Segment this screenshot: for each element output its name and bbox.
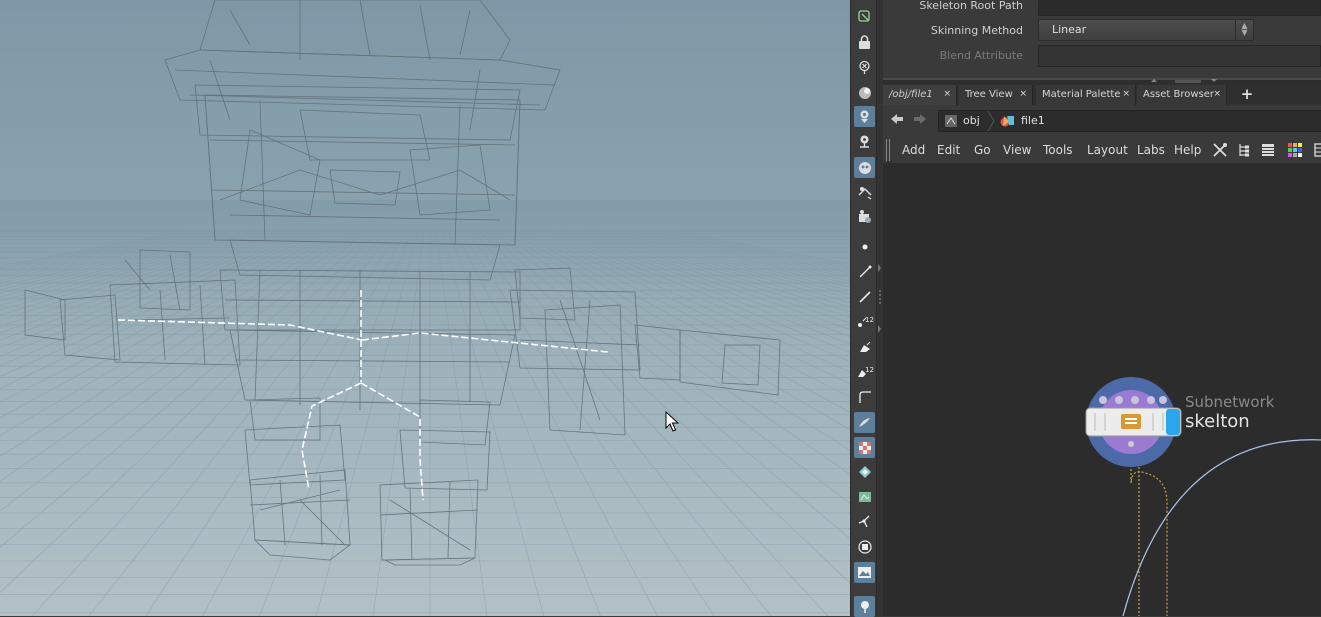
light-icon[interactable] (854, 131, 875, 152)
geometry-node-icon (1000, 114, 1015, 131)
point-icon[interactable] (854, 236, 875, 257)
menu-labs[interactable]: Labs (1137, 137, 1165, 163)
select-icon[interactable] (854, 6, 875, 27)
view-icon[interactable] (854, 206, 875, 227)
tab-label: /obj/file1 (889, 89, 933, 100)
tab-label: Tree View (965, 89, 1013, 100)
number-icon[interactable]: 12 (854, 311, 875, 332)
svg-text:12: 12 (865, 366, 874, 374)
image-icon[interactable] (854, 562, 875, 583)
updown-arrow-icon: ▲ ▼ (1235, 20, 1253, 40)
obj-network-icon (944, 114, 958, 131)
paint-icon[interactable] (854, 412, 875, 433)
parameter-pane: Skeleton Root Path Skinning Method Linea… (883, 0, 1321, 78)
close-icon[interactable]: × (1213, 85, 1221, 104)
list-view-icon[interactable] (1260, 142, 1276, 158)
shape-palette-icon[interactable] (1311, 142, 1321, 158)
skeleton-root-path-field[interactable] (1038, 0, 1321, 16)
bar-icon[interactable] (854, 536, 875, 557)
menu-add[interactable]: Add (902, 137, 925, 163)
subnetwork-node[interactable] (1085, 377, 1182, 467)
node-type-label: Subnetwork (1185, 393, 1275, 411)
network-editor[interactable]: Subnetwork skelton (883, 163, 1321, 616)
camera-icon[interactable] (854, 106, 875, 127)
tab-tree-view[interactable]: Tree View × (959, 85, 1033, 105)
skinning-method-value: Linear (1052, 23, 1087, 36)
breadcrumb-obj[interactable]: obj (963, 111, 980, 131)
close-icon[interactable]: × (1019, 85, 1027, 104)
edge-icon[interactable] (854, 261, 875, 282)
blend-attribute-label: Blend Attribute (939, 49, 1023, 62)
color-palette-icon[interactable] (1287, 142, 1303, 158)
pane-grip-icon[interactable] (886, 139, 890, 161)
brush-number-icon[interactable]: 12 (854, 361, 875, 382)
blend-attribute-field (1038, 45, 1321, 67)
network-menu-bar: Add Edit Go View Tools Layout Labs Help (883, 137, 1321, 163)
viewport-toolbar: 12 12 (850, 0, 877, 617)
close-icon[interactable]: × (1122, 85, 1130, 104)
breadcrumb-file1[interactable]: file1 (1021, 111, 1045, 131)
skeleton-root-path-label: Skeleton Root Path (919, 0, 1023, 12)
menu-go[interactable]: Go (974, 137, 991, 163)
curve-icon[interactable] (854, 386, 875, 407)
add-tab-button[interactable]: + (1239, 85, 1255, 105)
pane-divider[interactable] (883, 78, 1321, 85)
back-arrow-icon[interactable] (888, 112, 906, 130)
pin-bottom-icon[interactable] (854, 596, 875, 617)
close-icon[interactable]: × (943, 85, 951, 104)
menu-view[interactable]: View (1003, 137, 1031, 163)
selection-lasso (1122, 439, 1321, 616)
tab-asset-browser[interactable]: Asset Browser × (1137, 85, 1227, 105)
tab-label: Asset Browser (1143, 89, 1215, 100)
brush-icon[interactable] (854, 336, 875, 357)
node-name-label[interactable]: skelton (1185, 411, 1250, 432)
3d-viewport[interactable] (0, 0, 850, 616)
skeleton-icon[interactable] (854, 511, 875, 532)
tools-icon[interactable] (1212, 142, 1228, 158)
viewport-scene (0, 0, 850, 616)
breadcrumb: obj file1 (938, 110, 1321, 132)
forward-arrow-icon[interactable] (911, 112, 929, 130)
tree-layout-icon[interactable] (1236, 142, 1252, 158)
checker-icon[interactable] (854, 437, 875, 458)
tab-material-palette[interactable]: Material Palette × (1036, 85, 1136, 105)
menu-layout[interactable]: Layout (1087, 137, 1128, 163)
svg-text:12: 12 (865, 316, 874, 324)
path-bar: obj file1 (883, 105, 1321, 137)
lock-icon[interactable] (854, 32, 875, 53)
tab-obj-file1[interactable]: /obj/file1 × (883, 85, 957, 105)
skinning-method-label: Skinning Method (930, 24, 1023, 37)
tab-label: Material Palette (1042, 89, 1121, 100)
snap-icon[interactable] (854, 82, 875, 103)
pen-icon[interactable] (854, 286, 875, 307)
bone-icon[interactable] (854, 157, 875, 178)
layer-icon[interactable] (854, 461, 875, 482)
node-wire (1130, 453, 1168, 616)
menu-edit[interactable]: Edit (937, 137, 960, 163)
skinning-method-select[interactable]: Linear ▲ ▼ (1038, 19, 1254, 41)
pin-icon[interactable] (854, 57, 875, 78)
menu-tools[interactable]: Tools (1043, 137, 1073, 163)
render-icon[interactable] (854, 182, 875, 203)
menu-help[interactable]: Help (1174, 137, 1201, 163)
texture-icon[interactable] (854, 486, 875, 507)
pane-tab-bar: /obj/file1 × Tree View × Material Palett… (883, 85, 1321, 105)
chevron-right-icon (987, 110, 995, 132)
